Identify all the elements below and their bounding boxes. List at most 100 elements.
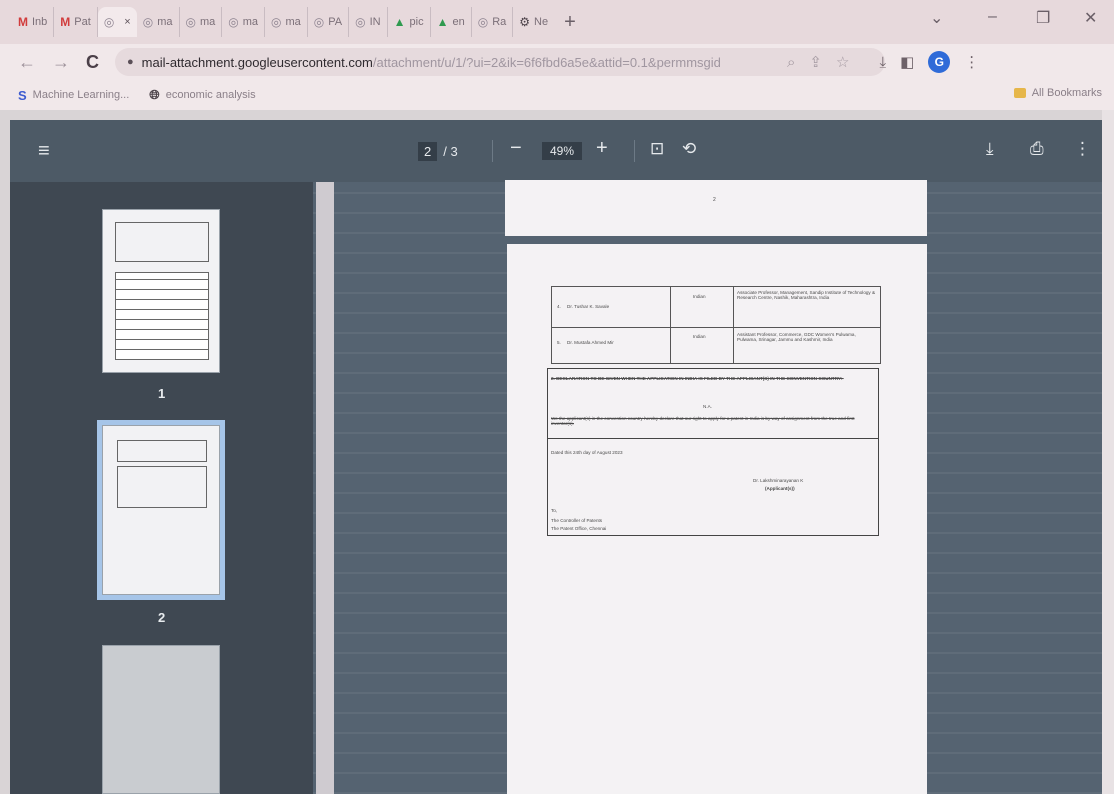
bookmarks-bar: S Machine Learning... 🌐︎ economic analysis…: [0, 80, 1114, 110]
bookmark-machine-learning[interactable]: S Machine Learning...: [18, 88, 129, 103]
tab-en[interactable]: ▲ en: [431, 7, 472, 37]
table-cell: [670, 286, 734, 328]
download-icon[interactable]: ⤓: [986, 139, 994, 159]
tab-label: Ra: [492, 16, 507, 28]
declaration-body: We the applicant(s) in the convention co…: [551, 416, 855, 427]
thumbnail-sidebar: 1 2: [10, 182, 313, 794]
search-icon[interactable]: ⌕: [787, 54, 795, 71]
site-info-icon[interactable]: ●: [127, 56, 134, 68]
thumb-content: [117, 440, 207, 462]
star-icon[interactable]: ☆: [836, 53, 849, 71]
to-line: To,: [551, 508, 558, 513]
divider: [492, 140, 493, 162]
profile-avatar[interactable]: G: [928, 51, 951, 73]
page-number: 2: [713, 197, 716, 203]
date-line: Dated this 24th day of August 2023: [551, 450, 623, 455]
url-path: /attachment/u/1/?ui=2&ik=6f6fbd6a5e&atti…: [372, 54, 721, 70]
thumb-content: [115, 222, 209, 262]
page-total: / 3: [443, 144, 458, 159]
page-scrollbar[interactable]: [1102, 110, 1114, 794]
tab-in[interactable]: ◎ IN: [349, 7, 388, 37]
page-number-input[interactable]: 2: [418, 142, 438, 161]
sidebar-scrollbar[interactable]: [316, 182, 334, 794]
side-panel-icon[interactable]: ◧: [900, 53, 914, 71]
bookmark-label: economic analysis: [165, 89, 256, 101]
url-host: mail-attachment.googleusercontent.com: [141, 54, 373, 70]
divider: [634, 140, 635, 162]
tab-strip: M Inb M Pat ◎ × ◎ ma ◎ ma ◎ ma ◎ ma ◎ PA ◎ IN ▲ pi…: [0, 0, 1114, 44]
restore-button[interactable]: ❐: [1036, 8, 1050, 28]
table-cell: [670, 327, 734, 364]
gmail-icon: M: [18, 15, 28, 29]
page-thumbnail-1[interactable]: [102, 209, 220, 373]
inventor-address: Associate Professor, Management, Sandip …: [737, 290, 876, 301]
zoom-out-button[interactable]: −: [510, 137, 522, 160]
zoom-in-button[interactable]: +: [596, 137, 608, 160]
thumb-content: [117, 466, 207, 508]
tab-label: Pat: [74, 16, 91, 28]
web-icon: ◎: [103, 15, 115, 29]
bookmark-label: Machine Learning...: [32, 89, 130, 101]
web-icon: ◎: [142, 15, 154, 29]
tab-pa[interactable]: ◎ PA: [308, 7, 350, 37]
tab-ma-4[interactable]: ◎ ma: [265, 7, 308, 37]
browser-toolbar: ← → C ● mail-attachment.googleuserconten…: [0, 44, 1114, 80]
address-bar[interactable]: ● mail-attachment.googleusercontent.com …: [115, 48, 885, 76]
bookmark-economic-analysis[interactable]: 🌐︎ economic analysis: [149, 87, 255, 103]
more-options-icon[interactable]: ⋮: [1074, 139, 1091, 159]
tab-patent[interactable]: M Pat: [54, 7, 98, 37]
screen: M Inb M Pat ◎ × ◎ ma ◎ ma ◎ ma ◎ ma ◎ PA ◎ IN ▲ pi…: [0, 0, 1114, 794]
zoom-level[interactable]: 49%: [542, 142, 583, 160]
forward-arrow-icon[interactable]: →: [52, 52, 70, 73]
tab-label: ma: [199, 16, 216, 28]
divider: [547, 438, 879, 439]
web-icon: ◎: [313, 15, 325, 29]
web-icon: ◎: [355, 15, 366, 29]
fit-page-icon[interactable]: ⊡: [650, 139, 664, 159]
gear-icon: ⚙: [519, 15, 531, 29]
tab-active[interactable]: ◎ ×: [97, 7, 137, 37]
hamburger-menu-icon[interactable]: ≡: [38, 140, 50, 163]
web-icon: ◎: [228, 15, 239, 29]
addressee: The Controller of Patents: [551, 518, 603, 523]
not-applicable: N.A.: [703, 404, 712, 409]
page-thumbnail-2[interactable]: [97, 420, 225, 600]
thumbnail-label: 2: [158, 610, 166, 625]
share-icon[interactable]: ⇪: [809, 53, 822, 71]
table-row-number: 5.: [557, 340, 561, 345]
web-icon: ◎: [477, 15, 489, 29]
tab-ma-1[interactable]: ◎ ma: [137, 7, 180, 37]
tab-inbox[interactable]: M Inb: [12, 7, 55, 37]
drive-icon: ▲: [393, 15, 406, 29]
back-arrow-icon[interactable]: ←: [18, 52, 36, 73]
print-icon[interactable]: ⎙: [1030, 139, 1044, 159]
inventor-nationality: Indian: [693, 334, 706, 339]
tab-pic[interactable]: ▲ pic: [388, 7, 431, 37]
tab-label: PA: [328, 16, 343, 28]
new-tab-button[interactable]: +: [564, 11, 576, 34]
tab-ma-3[interactable]: ◎ ma: [222, 7, 266, 37]
reload-icon[interactable]: C: [86, 52, 99, 73]
tab-search-icon[interactable]: ⌄: [930, 8, 943, 28]
pdf-toolbar: ≡ 2 / 3 − 49% + ⊡ ⟲ ⤓ ⎙ ⋮: [10, 120, 1102, 182]
tab-label: ma: [285, 16, 301, 28]
download-icon[interactable]: ⤓: [879, 54, 886, 71]
inventor-name: Dr. Tushar K. Savale: [567, 304, 610, 309]
web-icon: ◎: [185, 15, 196, 29]
close-window-button[interactable]: ✕: [1084, 8, 1097, 28]
tab-label: IN: [369, 16, 381, 28]
rotate-icon[interactable]: ⟲: [682, 139, 696, 159]
minimize-button[interactable]: –: [988, 8, 997, 26]
inventor-name: Dr. Mustafa Ahmed Mir: [567, 340, 614, 345]
tab-ra[interactable]: ◎ Ra: [472, 7, 514, 37]
more-menu-icon[interactable]: ⋮: [964, 53, 979, 71]
tab-close-icon[interactable]: ×: [124, 16, 130, 28]
all-bookmarks-button[interactable]: All Bookmarks: [1013, 87, 1102, 99]
tab-ma-2[interactable]: ◎ ma: [180, 7, 223, 37]
table-cell: [551, 327, 671, 364]
table-row-number: 4.: [557, 304, 561, 309]
folder-icon: [1013, 88, 1026, 98]
thumb-content: [115, 272, 209, 360]
tab-ne[interactable]: ⚙ Ne: [513, 7, 554, 37]
page-thumbnail-3[interactable]: [102, 645, 220, 794]
